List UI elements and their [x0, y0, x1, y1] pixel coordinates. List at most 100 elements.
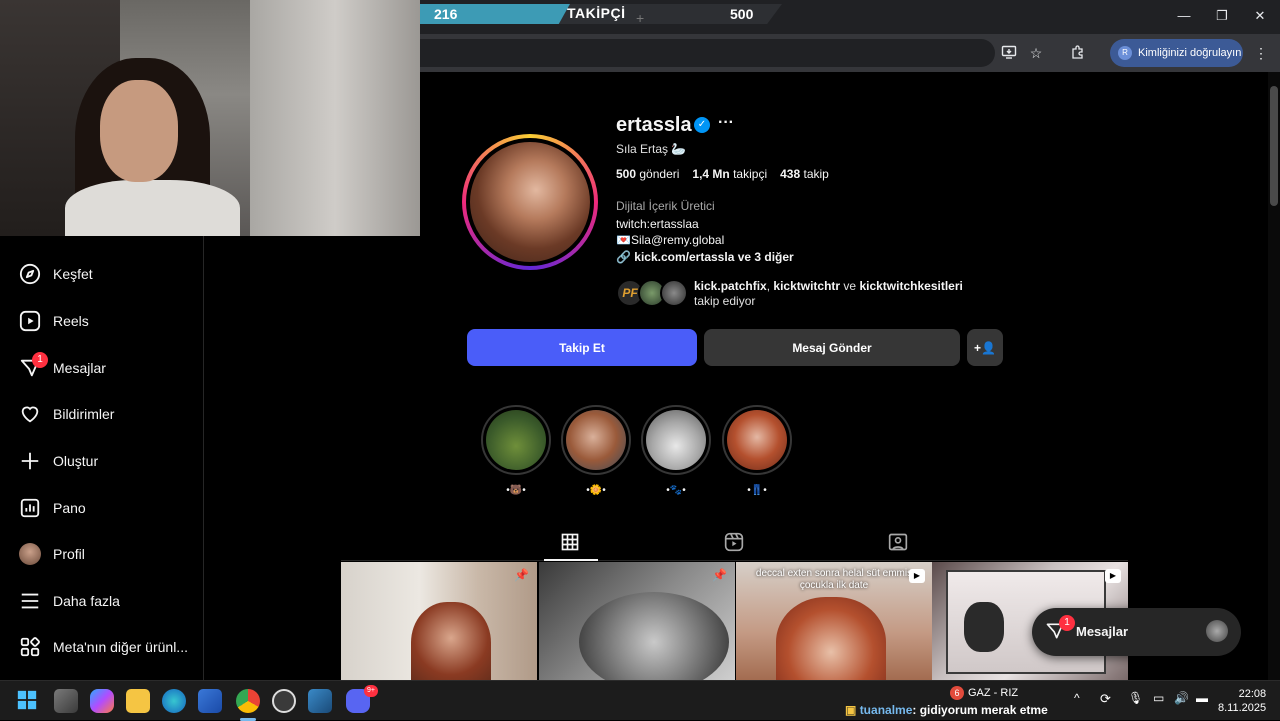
windows-start-icon[interactable]: [16, 689, 40, 713]
message-button[interactable]: Mesaj Gönder: [704, 329, 960, 366]
sidebar-item-dashboard[interactable]: Pano: [18, 493, 86, 523]
verify-identity-label: Kimliğinizi doğrulayın: [1138, 47, 1242, 59]
sidebar-item-create[interactable]: Oluştur: [18, 446, 98, 476]
chat-username: tuanalme: [859, 703, 913, 717]
edge-icon[interactable]: [162, 689, 186, 713]
story-highlight[interactable]: [481, 405, 551, 475]
chat-overlay: ▣ tuanalme: gidiyorum merak etme: [845, 703, 1048, 717]
profile-link[interactable]: 🔗 kick.com/ertassla ve 3 diğer: [616, 250, 794, 264]
verify-identity-button[interactable]: R Kimliğinizi doğrulayın: [1110, 39, 1243, 67]
meta-apps-icon: [18, 635, 42, 659]
more-options-icon[interactable]: ···: [718, 114, 734, 132]
minimize-icon[interactable]: —: [1174, 8, 1194, 26]
tab-posts[interactable]: [560, 532, 582, 554]
install-app-icon[interactable]: [1000, 44, 1018, 62]
sidebar-item-more[interactable]: Daha fazla: [18, 586, 120, 616]
tab-tagged[interactable]: [888, 532, 910, 554]
close-icon[interactable]: ✕: [1250, 8, 1270, 26]
profile-username: ertassla: [616, 114, 692, 136]
battery-icon[interactable]: ▬: [1196, 691, 1208, 705]
chevron-up-icon[interactable]: ^: [1074, 691, 1080, 705]
compass-icon: [18, 262, 42, 286]
tab-reels[interactable]: [724, 532, 746, 554]
story-ring[interactable]: [462, 134, 598, 270]
scrollbar[interactable]: [1268, 72, 1280, 680]
highlight-label: •👖•: [747, 485, 767, 496]
task-view-icon[interactable]: [54, 689, 78, 713]
app-icon[interactable]: [308, 689, 332, 713]
follow-button[interactable]: Takip Et: [467, 329, 697, 366]
display-icon[interactable]: ▭: [1153, 691, 1164, 705]
bio-line: twitch:ertasslaa: [616, 217, 699, 231]
goal-target: 500: [730, 6, 754, 22]
restore-icon[interactable]: ❐: [1212, 8, 1232, 26]
goal-label: TAKİPÇİ: [567, 5, 626, 21]
tab-divider: [341, 560, 1128, 561]
post-thumbnail[interactable]: 📌: [539, 562, 735, 680]
bookmark-star-icon[interactable]: ☆: [1027, 44, 1045, 62]
floating-messages-label: Mesajlar: [1076, 624, 1129, 639]
sidebar-item-messages[interactable]: 1 Mesajlar: [18, 352, 106, 383]
following-stat[interactable]: 438 takip: [780, 167, 829, 181]
menu-icon: [18, 589, 42, 613]
file-explorer-icon[interactable]: [126, 689, 150, 713]
sidebar-item-label: Reels: [53, 313, 89, 329]
followers-stat[interactable]: 1,4 Mn takipçi: [692, 167, 767, 181]
copilot-icon[interactable]: [90, 689, 114, 713]
story-highlight[interactable]: [641, 405, 711, 475]
extensions-icon[interactable]: [1069, 44, 1087, 62]
avatar: [660, 279, 688, 307]
weather-widget[interactable]: 6 GAZ - RIZ: [950, 686, 1018, 700]
profile-picture: [466, 138, 594, 266]
store-icon[interactable]: [198, 689, 222, 713]
taskbar: 9+ 6 GAZ - RIZ ▣ tuanalme: gidiyorum mer…: [0, 680, 1280, 721]
heart-icon: [18, 402, 42, 426]
posts-stat: 500 gönderi: [616, 167, 680, 181]
sidebar-item-reels[interactable]: Reels: [18, 306, 89, 336]
followed-by-text[interactable]: kick.patchfix, kicktwitchtr ve kicktwitc…: [694, 279, 984, 309]
webcam-person-body: [65, 180, 240, 236]
address-bar[interactable]: [420, 39, 995, 67]
followed-by-avatars[interactable]: PF: [616, 279, 690, 307]
reels-icon: [18, 309, 42, 333]
story-highlight[interactable]: [722, 405, 792, 475]
suggested-users-button[interactable]: +👤: [967, 329, 1003, 366]
sidebar-item-notifications[interactable]: Bildirimler: [18, 399, 114, 429]
sidebar-item-label: Mesajlar: [53, 360, 106, 376]
post-thumbnail[interactable]: deccal exten sonra helal süt emmiş çocuk…: [736, 562, 932, 680]
reel-icon: ▶: [1105, 569, 1121, 583]
goal-current: 216: [434, 6, 458, 22]
verified-badge-icon: ✓: [694, 117, 710, 133]
pin-icon: 📌: [712, 568, 727, 582]
sidebar-item-label: Meta'nın diğer ürünl...: [53, 639, 188, 655]
highlight-label: •🐻•: [506, 485, 526, 496]
post-thumbnail[interactable]: 📌: [341, 562, 537, 680]
discord-icon[interactable]: 9+: [346, 685, 378, 713]
notification-badge: 9+: [364, 685, 378, 697]
scroll-thumb[interactable]: [1270, 86, 1278, 206]
weather-badge: 6: [950, 686, 964, 700]
profile-stats: 500 gönderi 1,4 Mn takipçi 438 takip: [616, 167, 829, 181]
profile-full-name: Sıla Ertaş 🦢: [616, 142, 687, 156]
microphone-icon[interactable]: 🎙: [1128, 691, 1143, 705]
chrome-icon[interactable]: [236, 689, 260, 713]
kebab-menu-icon[interactable]: ⋮: [1252, 44, 1270, 62]
sidebar-item-explore[interactable]: Keşfet: [18, 259, 93, 289]
link-icon: 🔗: [616, 250, 631, 264]
sync-icon[interactable]: ⟳: [1100, 691, 1111, 707]
volume-icon[interactable]: 🔊: [1174, 691, 1189, 705]
sidebar-item-meta-apps[interactable]: Meta'nın diğer ürünl...: [18, 632, 188, 662]
highlight-label: •🐾•: [666, 485, 686, 496]
grid-icon: [561, 533, 579, 551]
system-clock[interactable]: 22:08 8.11.2025: [1218, 687, 1266, 715]
profile-avatar: [18, 542, 42, 566]
webcam-door: [250, 0, 420, 236]
sidebar-item-profile[interactable]: Profil: [18, 539, 85, 569]
floating-messages-button[interactable]: 1 Mesajlar: [1032, 608, 1241, 656]
story-highlight[interactable]: [561, 405, 631, 475]
webcam-overlay: [0, 0, 420, 236]
obs-icon[interactable]: [272, 689, 296, 713]
profile-category: Dijital İçerik Üretici: [616, 199, 715, 213]
plus-icon: [18, 449, 42, 473]
notification-badge: 1: [1059, 615, 1075, 631]
